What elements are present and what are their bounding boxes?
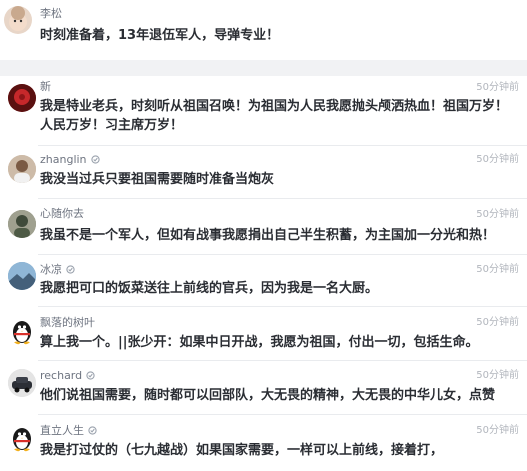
comment-time: 50分钟前 bbox=[476, 82, 519, 93]
comment-time: 50分钟前 bbox=[476, 317, 519, 328]
comment-time: 50分钟前 bbox=[476, 209, 519, 220]
verified-icon bbox=[90, 155, 100, 164]
verified-icon bbox=[88, 426, 97, 435]
comment-username[interactable]: rechard bbox=[40, 369, 95, 383]
comment-text: 我虽不是一个军人，但如有战事我愿捐出自己半生积蓄，为主国加一分光和热！ bbox=[40, 228, 496, 243]
divider bbox=[38, 306, 527, 307]
divider bbox=[38, 360, 527, 361]
comment-username[interactable]: zhanglin bbox=[40, 153, 100, 167]
baby-avatar[interactable] bbox=[4, 6, 32, 34]
scenery-avatar[interactable] bbox=[8, 262, 36, 290]
divider bbox=[38, 414, 527, 415]
verified-icon bbox=[86, 371, 95, 380]
divider bbox=[38, 198, 527, 199]
divider bbox=[38, 145, 527, 146]
comment-text: 时刻准备着，13年退伍军人，导弹专业！ bbox=[40, 28, 280, 43]
comment-time: 50分钟前 bbox=[476, 425, 519, 436]
comment-username[interactable]: 心随你去 bbox=[40, 207, 84, 221]
comment-text: 他们说祖国需要，随时都可以回部队，大无畏的精神，大无畏的中华儿女，点赞 bbox=[40, 388, 496, 403]
section-separator bbox=[0, 60, 527, 76]
username-text[interactable]: 冰凉 bbox=[40, 263, 62, 276]
qq-penguin-avatar[interactable] bbox=[8, 317, 36, 345]
person-avatar[interactable] bbox=[8, 155, 36, 183]
comment-text: 我没当过兵只要祖国需要随时准备当炮灰 bbox=[40, 172, 275, 187]
qq-penguin-avatar[interactable] bbox=[8, 424, 36, 452]
comment-time: 50分钟前 bbox=[476, 154, 519, 165]
comment-text: 我愿把可口的饭菜送往上前线的官兵，因为我是一名大厨。 bbox=[40, 281, 379, 296]
comment-text: 我是特业老兵，时刻听从祖国召唤！为祖国为人民我愿抛头颅洒热血！祖国万岁！人民万岁… bbox=[40, 99, 509, 133]
comment-username[interactable]: 飘落的树叶 bbox=[40, 316, 95, 330]
username-text[interactable]: 直立人生 bbox=[40, 424, 84, 437]
verified-icon bbox=[66, 265, 75, 274]
car-avatar[interactable] bbox=[8, 369, 36, 397]
comment-text: 算上我一个。||张少开：如果中日开战，我愿为祖国，付出一切，包括生命。 bbox=[40, 335, 479, 350]
comment-time: 50分钟前 bbox=[476, 370, 519, 381]
comment-username[interactable]: 新 bbox=[40, 80, 51, 94]
comment-text: 我是打过仗的（七九越战）如果国家需要，一样可以上前线，接着打， bbox=[40, 443, 444, 458]
comment-username[interactable]: 冰凉 bbox=[40, 263, 75, 277]
divider bbox=[38, 254, 527, 255]
comment-username[interactable]: 李松 bbox=[40, 7, 62, 21]
username-text[interactable]: rechard bbox=[40, 369, 82, 382]
username-text[interactable]: zhanglin bbox=[40, 153, 87, 166]
red-flower-avatar[interactable] bbox=[8, 84, 36, 112]
soldier-avatar[interactable] bbox=[8, 210, 36, 238]
comment-username[interactable]: 直立人生 bbox=[40, 424, 97, 438]
comment-time: 50分钟前 bbox=[476, 264, 519, 275]
